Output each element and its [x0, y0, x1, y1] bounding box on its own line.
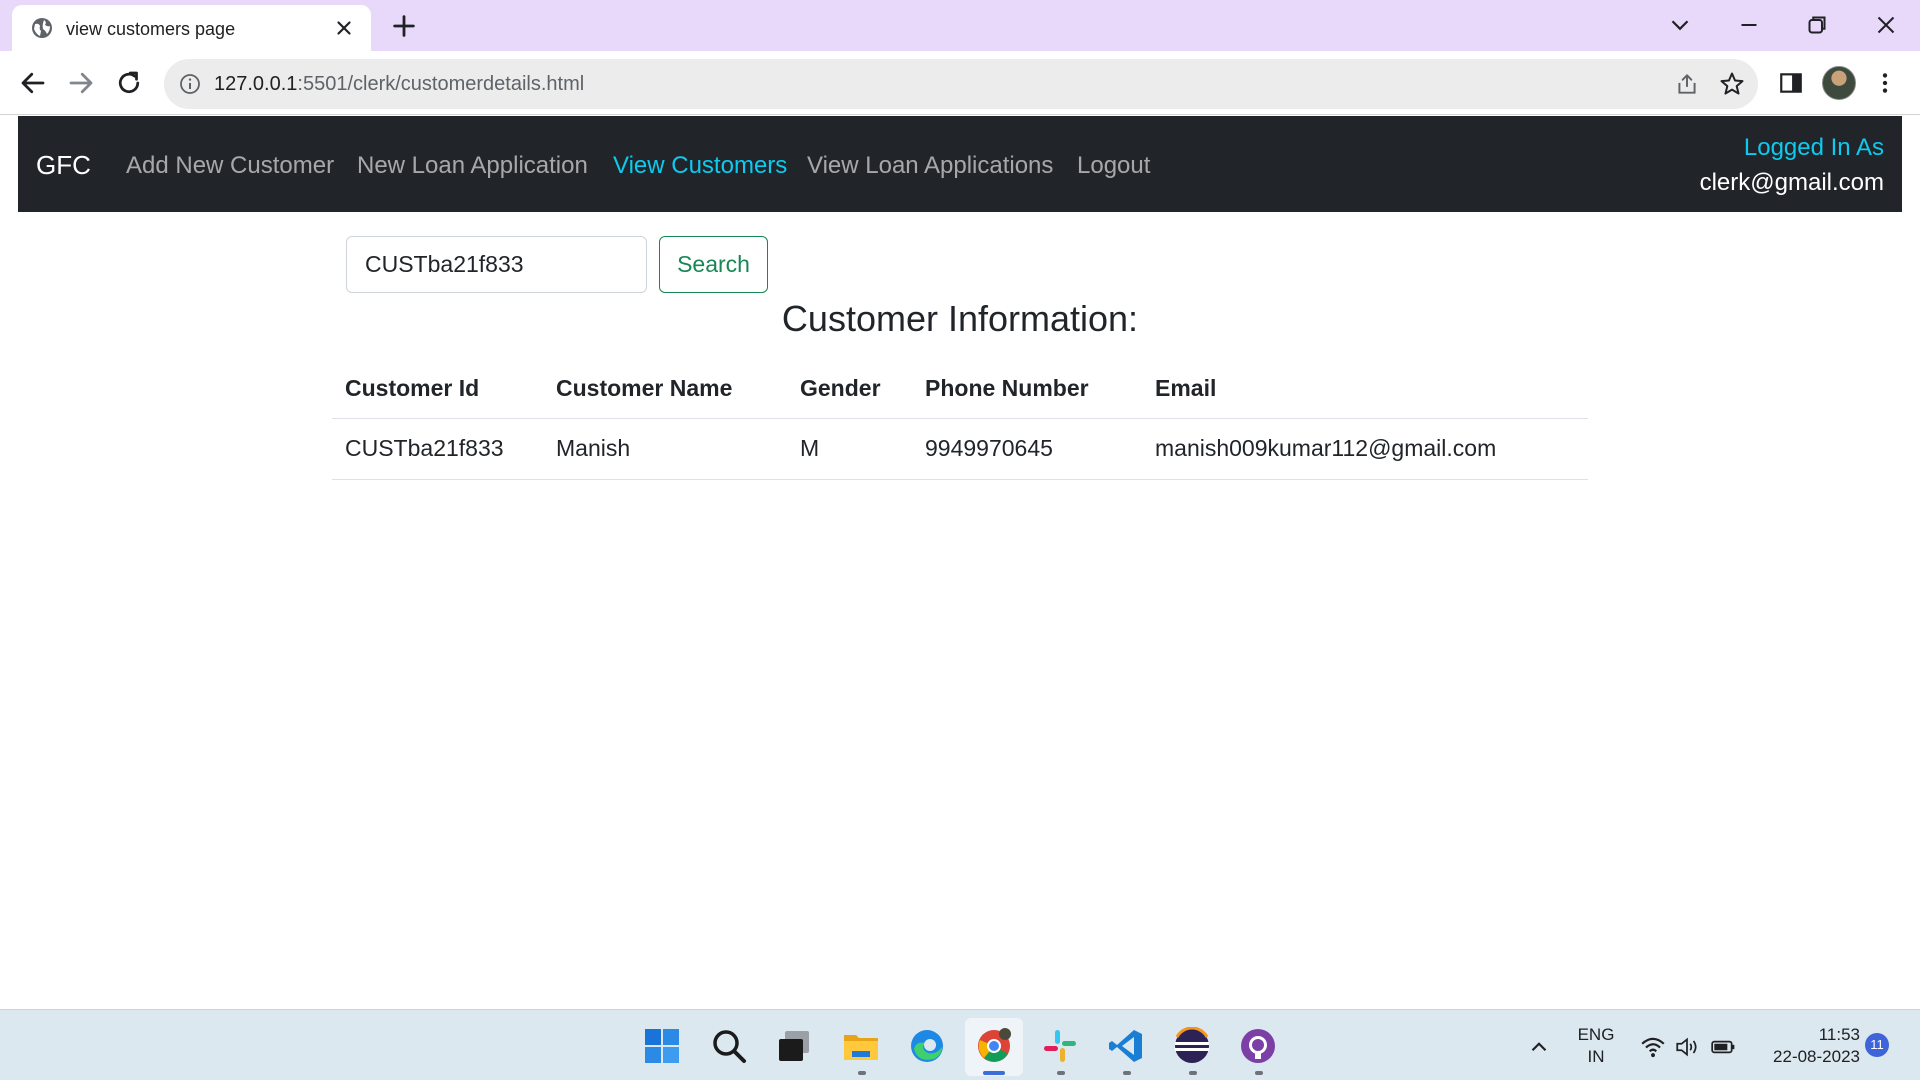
- nav-add-new-customer[interactable]: Add New Customer: [126, 152, 334, 180]
- tab-search-chevron-icon[interactable]: [1665, 10, 1695, 40]
- file-explorer-icon[interactable]: [842, 1027, 880, 1065]
- clock[interactable]: 11:53 22-08-2023: [1756, 1024, 1860, 1068]
- customer-table: Customer Id Customer Name Gender Phone N…: [332, 360, 1588, 480]
- logged-in-user: clerk@gmail.com: [1699, 169, 1884, 196]
- running-indicator: [1123, 1071, 1131, 1075]
- running-indicator: [858, 1071, 866, 1075]
- clock-time: 11:53: [1818, 1025, 1860, 1044]
- github-desktop-icon[interactable]: [1239, 1027, 1277, 1065]
- nav-view-customers[interactable]: View Customers: [613, 152, 787, 180]
- minimize-icon[interactable]: [1734, 10, 1764, 40]
- browser-tab[interactable]: view customers page: [12, 5, 371, 51]
- windows-start-icon[interactable]: [643, 1027, 681, 1065]
- running-indicator: [1255, 1071, 1263, 1075]
- browser-toolbar: 127.0.0.1:5501/clerk/customerdetails.htm…: [0, 51, 1920, 115]
- globe-icon: [32, 18, 52, 38]
- nav-logout[interactable]: Logout: [1077, 152, 1150, 180]
- vscode-icon[interactable]: [1107, 1027, 1145, 1065]
- nav-new-loan-application[interactable]: New Loan Application: [357, 152, 588, 180]
- section-title: Customer Information:: [781, 298, 1139, 339]
- wifi-icon[interactable]: [1640, 1034, 1666, 1060]
- table-header-row: Customer Id Customer Name Gender Phone N…: [332, 360, 1588, 419]
- site-info-icon[interactable]: [178, 72, 202, 96]
- close-window-icon[interactable]: [1871, 10, 1901, 40]
- customer-search-input[interactable]: [346, 236, 647, 293]
- brand-logo[interactable]: GFC: [36, 150, 91, 181]
- column-header: Phone Number: [912, 360, 1142, 419]
- browser-tab-strip: view customers page: [0, 0, 1920, 51]
- reload-icon[interactable]: [114, 68, 144, 98]
- forward-arrow-icon[interactable]: [66, 68, 96, 98]
- cell-gender: M: [787, 418, 912, 480]
- more-menu-icon[interactable]: [1872, 70, 1898, 96]
- side-panel-icon[interactable]: [1778, 70, 1804, 96]
- site-navbar: GFC Add New Customer New Loan Applicatio…: [18, 116, 1902, 212]
- language-line2: IN: [1587, 1047, 1605, 1066]
- column-header: Gender: [787, 360, 912, 419]
- back-arrow-icon[interactable]: [18, 68, 48, 98]
- language-indicator[interactable]: ENG IN: [1572, 1024, 1620, 1068]
- task-view-icon[interactable]: [775, 1027, 813, 1065]
- address-bar[interactable]: 127.0.0.1:5501/clerk/customerdetails.htm…: [164, 59, 1758, 109]
- cell-email: manish009kumar112@gmail.com: [1142, 418, 1588, 480]
- battery-icon[interactable]: [1710, 1034, 1736, 1060]
- running-indicator: [1057, 1071, 1065, 1075]
- search-button[interactable]: Search: [659, 236, 768, 293]
- profile-avatar[interactable]: [1822, 66, 1856, 100]
- url-host: 127.0.0.1: [214, 73, 298, 95]
- windows-taskbar: ENG IN 11:53 22-08-2023: [0, 1009, 1920, 1080]
- running-indicator: [1189, 1071, 1197, 1075]
- tab-title: view customers page: [66, 19, 236, 39]
- cell-customer-name: Manish: [543, 418, 787, 480]
- cell-phone-number: 9949970645: [912, 418, 1142, 480]
- share-icon[interactable]: [1674, 71, 1700, 97]
- close-tab-icon[interactable]: [333, 17, 355, 39]
- notification-badge[interactable]: 11: [1865, 1033, 1889, 1057]
- nav-view-loan-applications[interactable]: View Loan Applications: [807, 152, 1053, 180]
- eclipse-icon[interactable]: [1173, 1027, 1211, 1065]
- table-row: CUSTba21f833 Manish M 9949970645 manish0…: [332, 418, 1588, 480]
- edge-browser-icon[interactable]: [908, 1027, 946, 1065]
- slack-icon[interactable]: [1041, 1027, 1079, 1065]
- volume-icon[interactable]: [1674, 1034, 1700, 1060]
- url-text: 127.0.0.1:5501/clerk/customerdetails.htm…: [214, 73, 584, 96]
- restore-icon[interactable]: [1802, 10, 1832, 40]
- cell-customer-id: CUSTba21f833: [332, 418, 543, 480]
- chevron-up-icon[interactable]: [1526, 1034, 1552, 1060]
- column-header: Customer Name: [543, 360, 787, 419]
- bookmark-star-icon[interactable]: [1718, 70, 1746, 98]
- language-line1: ENG: [1577, 1025, 1615, 1044]
- search-icon[interactable]: [710, 1027, 748, 1065]
- chrome-icon[interactable]: [975, 1027, 1013, 1065]
- new-tab-icon[interactable]: [390, 12, 418, 40]
- column-header: Email: [1142, 360, 1588, 419]
- active-app-indicator: [983, 1071, 1005, 1075]
- clock-date: 22-08-2023: [1773, 1047, 1860, 1066]
- column-header: Customer Id: [332, 360, 543, 419]
- logged-in-label: Logged In As: [1743, 134, 1884, 161]
- url-path: :5501/clerk/customerdetails.html: [297, 73, 585, 95]
